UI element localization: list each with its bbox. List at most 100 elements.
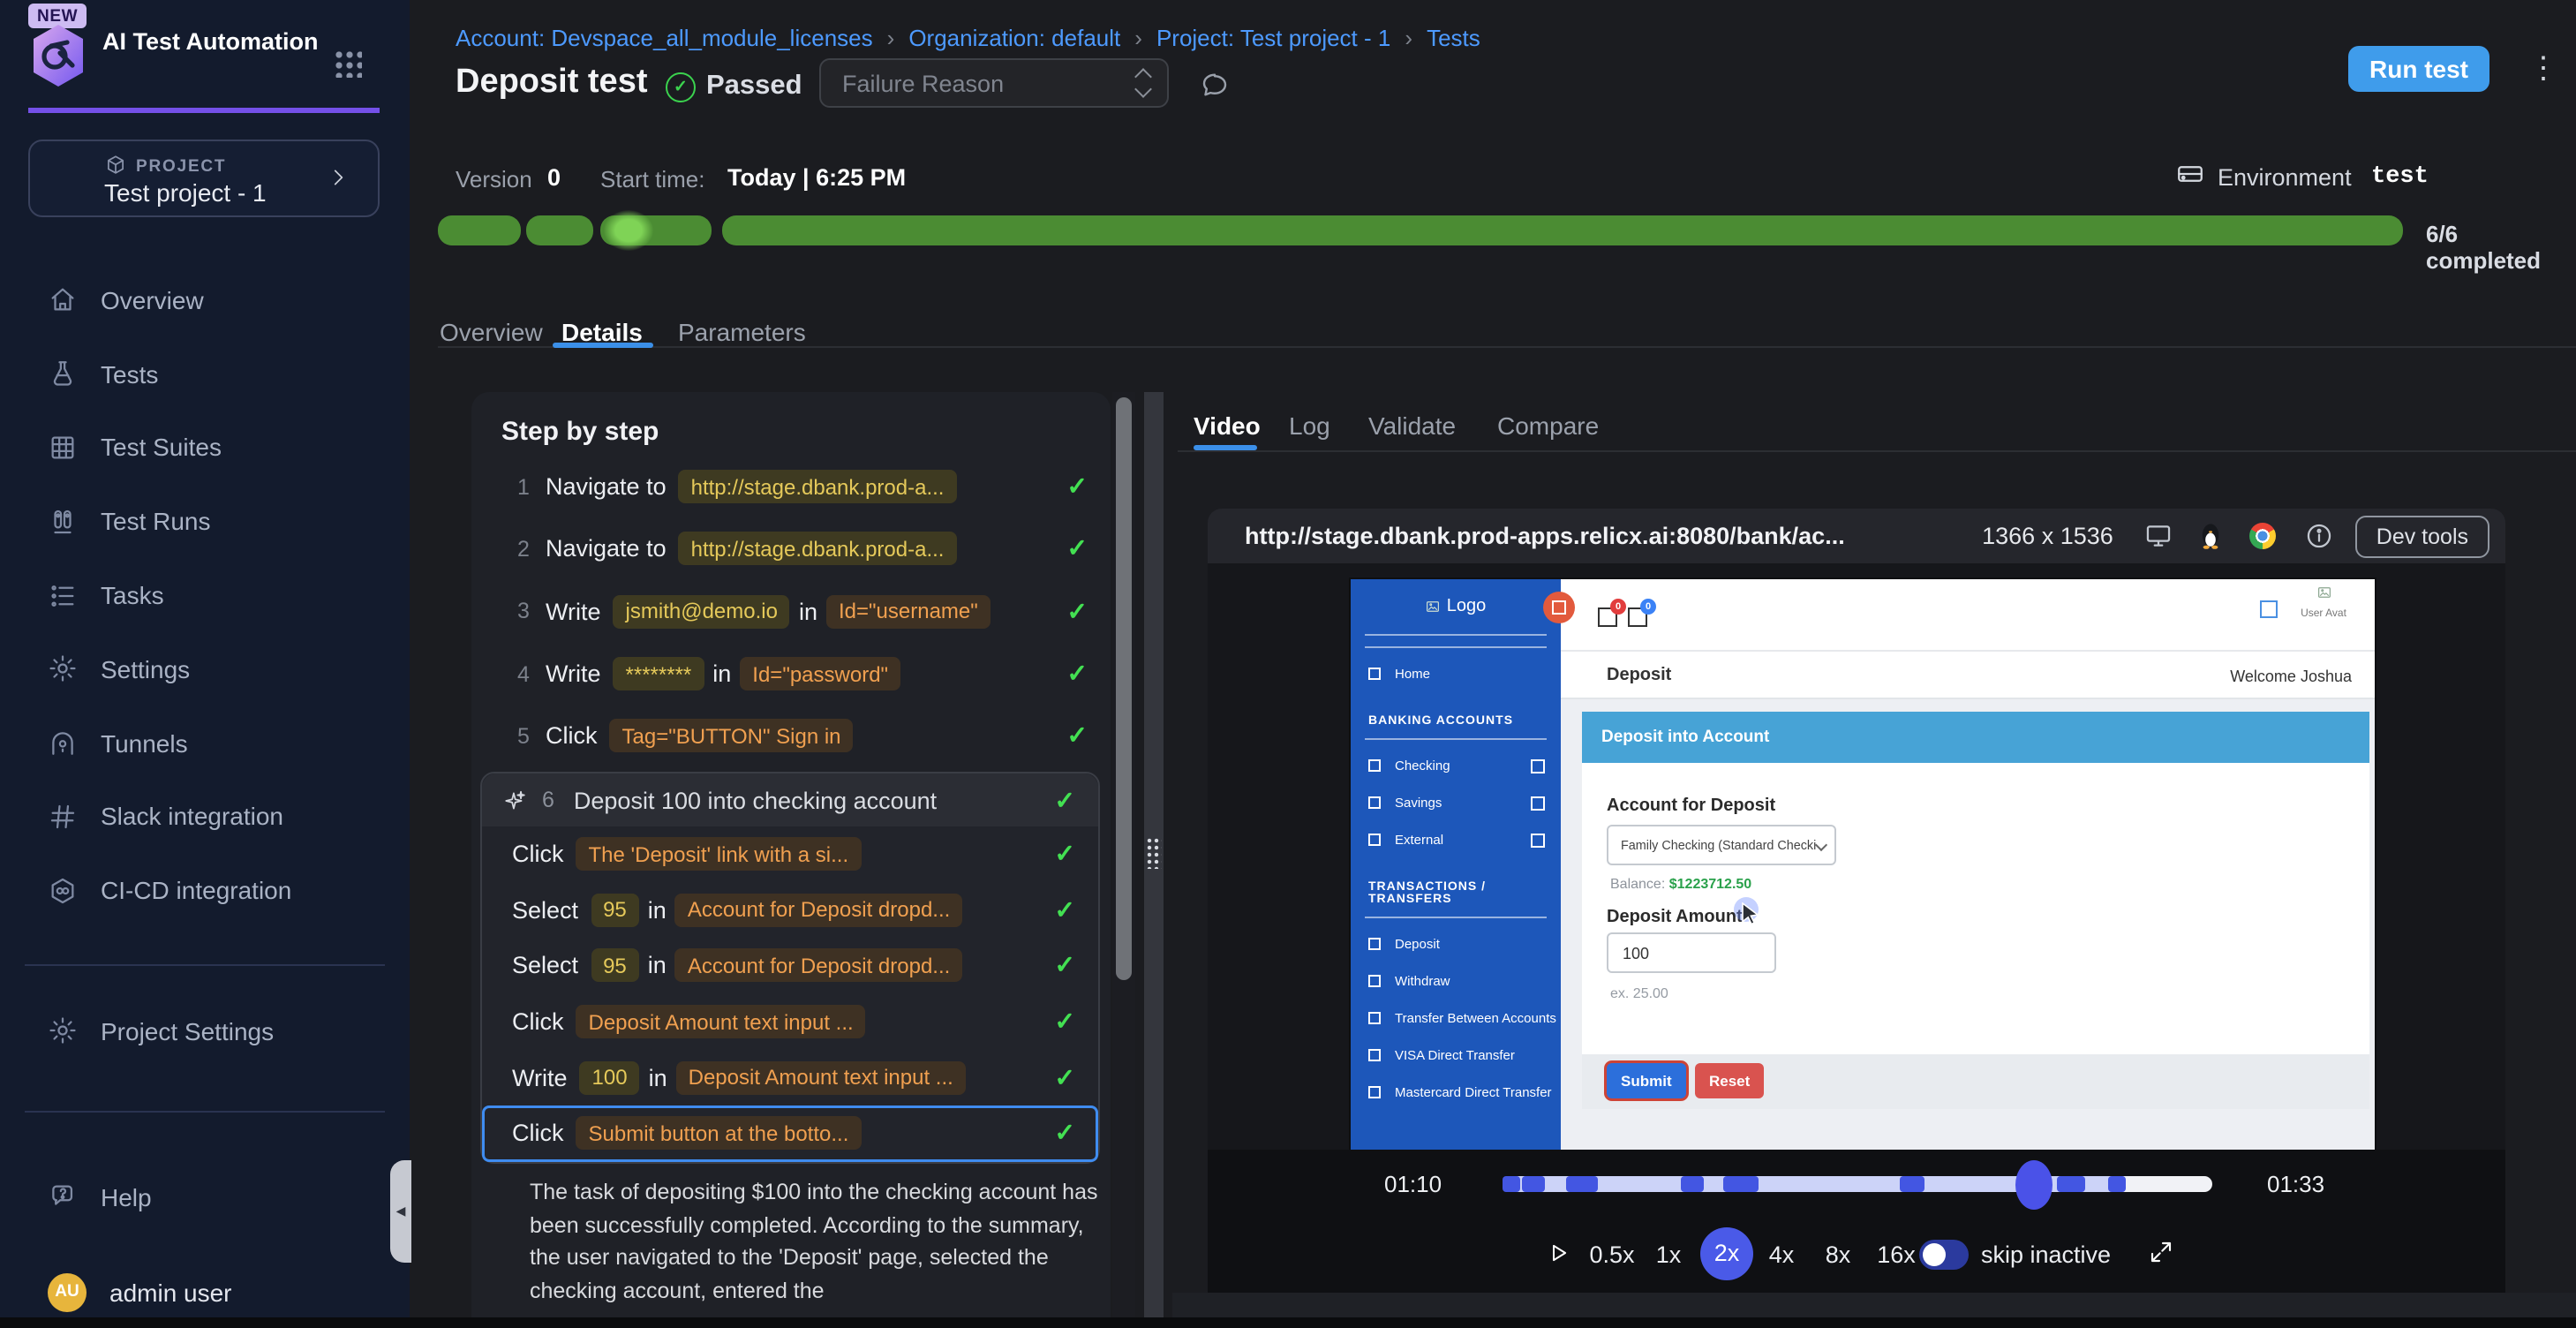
breadcrumb-item[interactable]: Project: Test project - 1 bbox=[1120, 25, 1390, 51]
kebab-menu-icon[interactable]: ⋮ bbox=[2528, 51, 2558, 87]
account-select[interactable]: Family Checking (Standard Checking) bbox=[1607, 825, 1836, 865]
sidebar-item-label: Overview bbox=[101, 286, 204, 314]
step-row[interactable]: 2 Navigate to http://stage.dbank.prod-a.… bbox=[471, 518, 1111, 581]
browser-url-bar: http://stage.dbank.prod-apps.relicx.ai:8… bbox=[1208, 509, 2505, 563]
substep-row[interactable]: Select 95inAccount for Deposit dropd... bbox=[482, 882, 1098, 938]
sidebar-nav-item[interactable]: Settings bbox=[0, 632, 410, 706]
bank-nav-item[interactable]: Transfer Between Accounts bbox=[1351, 1000, 1561, 1037]
square-bullet-icon bbox=[1368, 834, 1381, 846]
sidebar-nav-item[interactable]: Test Suites bbox=[0, 411, 410, 485]
speed-button[interactable]: 8x bbox=[1826, 1241, 1851, 1267]
bank-logo[interactable]: Logo bbox=[1351, 579, 1561, 632]
video-tab[interactable]: Log bbox=[1289, 411, 1330, 440]
substep-row[interactable]: Select 95inAccount for Deposit dropd... bbox=[482, 938, 1098, 993]
steps-title: Step by step bbox=[501, 417, 659, 447]
sidebar-nav-item[interactable]: Tests bbox=[0, 337, 410, 411]
window-icon[interactable]: 0 bbox=[1598, 607, 1617, 627]
video-tab[interactable]: Validate bbox=[1368, 411, 1456, 440]
info-icon[interactable] bbox=[2304, 521, 2334, 551]
video-tab[interactable]: Compare bbox=[1497, 411, 1599, 440]
sidebar-nav-item[interactable]: Tunnels bbox=[0, 706, 410, 781]
sidebar-item-project-settings[interactable]: Project Settings bbox=[0, 994, 410, 1068]
bank-nav-item[interactable]: Deposit bbox=[1351, 925, 1561, 962]
timeline-activity-segment bbox=[1722, 1176, 1758, 1192]
start-time-value: Today | 6:25 PM bbox=[727, 164, 906, 191]
brand-logo-icon bbox=[30, 23, 87, 88]
drag-handle-icon[interactable] bbox=[1146, 837, 1162, 869]
mouse-cursor-icon bbox=[1734, 897, 1762, 925]
panel-resize-divider[interactable] bbox=[1144, 392, 1164, 1317]
skip-inactive-toggle[interactable] bbox=[1919, 1240, 1969, 1269]
sidebar-nav-item[interactable]: Test Runs bbox=[0, 485, 410, 559]
step-connector: in bbox=[799, 598, 817, 624]
bank-nav-item[interactable]: Mastercard Direct Transfer bbox=[1351, 1074, 1561, 1111]
speed-button[interactable]: 4x bbox=[1769, 1241, 1795, 1267]
header-tab[interactable]: Overview bbox=[440, 318, 543, 346]
dev-tools-button[interactable]: Dev tools bbox=[2355, 515, 2489, 557]
bank-nav-item[interactable]: Withdraw bbox=[1351, 962, 1561, 1000]
substep-row[interactable]: Click The 'Deposit' link with a si... bbox=[482, 826, 1098, 882]
sidebar-nav-item[interactable]: Tasks bbox=[0, 558, 410, 632]
timeline-activity-segment bbox=[1503, 1176, 1520, 1192]
square-bullet-icon bbox=[1368, 796, 1381, 809]
success-check-icon bbox=[1067, 472, 1088, 502]
project-switcher[interactable]: PROJECT Test project - 1 bbox=[28, 140, 380, 217]
step-row[interactable]: 4 Write ********inId="password" bbox=[471, 643, 1111, 706]
reset-button[interactable]: Reset bbox=[1695, 1063, 1764, 1098]
run-test-button[interactable]: Run test bbox=[2348, 46, 2489, 92]
bank-nav-item[interactable]: VISA Direct Transfer bbox=[1351, 1037, 1561, 1074]
window-icon[interactable]: 0 bbox=[1628, 607, 1647, 627]
bank-nav-item[interactable]: Checking bbox=[1351, 747, 1561, 784]
steps-list: 1 Navigate to http://stage.dbank.prod-a.… bbox=[471, 456, 1111, 767]
video-frame[interactable]: Logo bbox=[1208, 563, 2505, 1150]
bank-nav-item[interactable]: External bbox=[1351, 821, 1561, 858]
speed-button[interactable]: 1x bbox=[1656, 1241, 1682, 1267]
speed-button[interactable]: 2x bbox=[1700, 1226, 1753, 1279]
chevron-down-icon bbox=[1815, 839, 1827, 851]
step-number: 3 bbox=[517, 599, 546, 623]
breadcrumb-item[interactable]: Account: Devspace_all_module_licenses bbox=[456, 25, 873, 51]
comment-icon[interactable] bbox=[1199, 69, 1231, 101]
breadcrumb-item[interactable]: Tests bbox=[1390, 25, 1480, 51]
header-tab[interactable]: Parameters bbox=[678, 318, 806, 346]
speed-button[interactable]: 0.5x bbox=[1589, 1241, 1634, 1267]
substep-row[interactable]: Click Deposit Amount text input ... bbox=[482, 994, 1098, 1050]
page-url[interactable]: http://stage.dbank.prod-apps.relicx.ai:8… bbox=[1245, 523, 1845, 549]
speed-button[interactable]: 16x bbox=[1877, 1241, 1916, 1267]
step-row[interactable]: 1 Navigate to http://stage.dbank.prod-a.… bbox=[471, 456, 1111, 518]
account-for-deposit-label: Account for Deposit bbox=[1607, 796, 1775, 816]
steps-scrollbar-thumb[interactable] bbox=[1116, 397, 1132, 980]
square-bullet-icon bbox=[1368, 668, 1381, 680]
home-icon bbox=[48, 285, 78, 315]
bank-nav-item[interactable]: Home bbox=[1351, 655, 1561, 692]
fullscreen-icon[interactable] bbox=[2147, 1238, 2175, 1266]
step-value-chip: http://stage.dbank.prod-a... bbox=[679, 532, 957, 566]
apps-grid-icon[interactable] bbox=[334, 49, 362, 78]
play-icon[interactable] bbox=[1545, 1240, 1571, 1266]
sidebar-item-label: Tests bbox=[101, 359, 158, 388]
step-group-title: Deposit 100 into checking account bbox=[574, 787, 937, 813]
sidebar-nav-item[interactable]: Overview bbox=[0, 263, 410, 337]
timeline-knob[interactable] bbox=[2015, 1159, 2053, 1209]
checkbox-icon[interactable] bbox=[2260, 600, 2278, 618]
substep-row[interactable]: Write 100inDeposit Amount text input ... bbox=[482, 1050, 1098, 1105]
step-row[interactable]: 3 Write jsmith@demo.ioinId="username" bbox=[471, 580, 1111, 643]
step-group-header[interactable]: 6 Deposit 100 into checking account bbox=[482, 773, 1098, 826]
sidebar-nav-item[interactable]: CI-CD integration bbox=[0, 854, 410, 928]
breadcrumb-item[interactable]: Organization: default bbox=[873, 25, 1121, 51]
timeline-track[interactable] bbox=[1503, 1176, 2212, 1192]
bank-nav-item[interactable]: Savings bbox=[1351, 784, 1561, 821]
video-tab[interactable]: Video bbox=[1194, 411, 1261, 440]
failure-reason-select[interactable]: Failure Reason bbox=[819, 58, 1169, 108]
success-check-icon bbox=[1067, 534, 1088, 564]
project-label: PROJECT bbox=[136, 157, 226, 177]
substep-row[interactable]: Click Submit button at the botto... bbox=[482, 1105, 1098, 1161]
submit-button[interactable]: Submit bbox=[1607, 1063, 1686, 1098]
progress-completed: 6/6 completed bbox=[2426, 221, 2576, 274]
sidebar-collapse-handle[interactable]: ◀ bbox=[390, 1160, 411, 1263]
sidebar-item-help[interactable]: Help bbox=[0, 1160, 410, 1234]
step-row[interactable]: 5 Click Tag="BUTTON" Sign in bbox=[471, 705, 1111, 767]
square-bullet-icon bbox=[1368, 1086, 1381, 1098]
sidebar-nav-item[interactable]: Slack integration bbox=[0, 780, 410, 854]
deposit-amount-input[interactable]: 100 bbox=[1607, 932, 1776, 973]
